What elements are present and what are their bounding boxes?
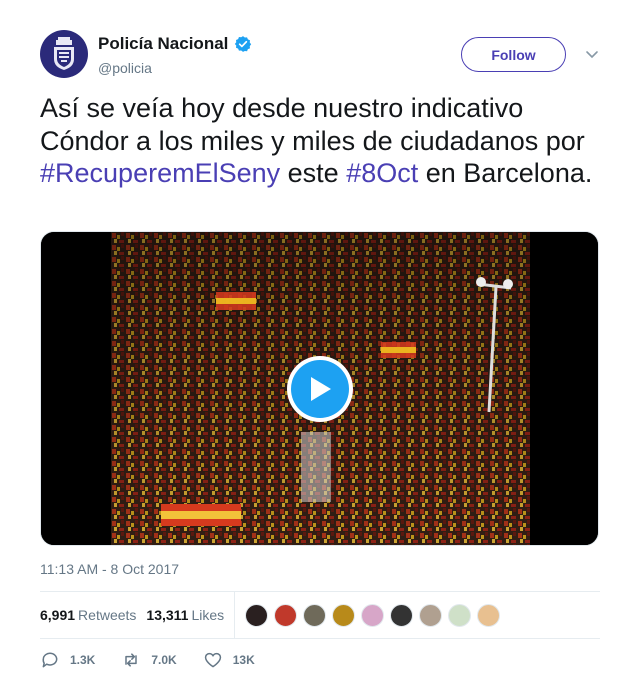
tweet-timestamp[interactable]: 11:13 AM - 8 Oct 2017 [40,561,179,577]
tweet-header: Policía Nacional @policia Follow [40,30,600,80]
author-name-row: Policía Nacional [98,34,252,54]
likes-count: 13,311 [146,607,189,623]
liker-avatar[interactable] [274,603,298,627]
liker-avatar[interactable] [448,603,472,627]
reply-button[interactable]: 1.3K [40,650,95,670]
retweet-icon [125,653,138,667]
hashtag-link[interactable]: #8Oct [346,158,418,188]
retweet-count: 7.0K [151,653,177,667]
tweet-text-segment: Así se veía hoy desde nuestro indicativo… [40,93,585,156]
likes-label: Likes [191,607,225,623]
play-button[interactable] [287,356,353,422]
chevron-down-icon[interactable] [584,46,600,62]
reply-count: 1.3K [70,653,96,667]
police-emblem-icon [54,37,74,70]
divider [40,638,600,639]
tweet-text-segment: este [280,158,347,188]
tweet-text-segment: en Barcelona. [418,158,593,188]
author-display-name[interactable]: Policía Nacional [98,34,228,54]
reply-icon [42,652,58,668]
liker-avatar[interactable] [245,603,269,627]
divider [234,592,236,638]
like-button[interactable]: 13K [203,650,255,670]
tweet-actions: 1.3K 7.0K 13K [40,648,281,672]
author-handle[interactable]: @policia [98,60,152,76]
liker-avatar[interactable] [361,603,385,627]
follow-button[interactable]: Follow [461,37,566,72]
liker-avatar[interactable] [332,603,356,627]
liker-avatar[interactable] [477,603,501,627]
hashtag-link[interactable]: #RecuperemElSeny [40,158,280,188]
liker-avatars [245,603,501,627]
liker-avatar[interactable] [419,603,443,627]
avatar[interactable] [40,30,88,78]
tweet-text: Así se veía hoy desde nuestro indicativo… [40,92,615,190]
tweet-stats: 6,991 Retweets 13,311 Likes [40,592,600,638]
heart-icon [204,652,221,668]
retweet-button[interactable]: 7.0K [121,650,177,670]
liker-avatar[interactable] [390,603,414,627]
like-count: 13K [232,653,255,667]
play-icon [311,377,331,401]
retweets-label: Retweets [78,607,137,623]
video-player[interactable] [40,231,599,546]
likes-stat[interactable]: 13,311 Likes [146,607,224,623]
retweets-stat[interactable]: 6,991 Retweets [40,607,136,623]
liker-avatar[interactable] [303,603,327,627]
verified-badge-icon [235,36,252,52]
play-circle [291,360,349,418]
retweets-count: 6,991 [40,607,76,623]
